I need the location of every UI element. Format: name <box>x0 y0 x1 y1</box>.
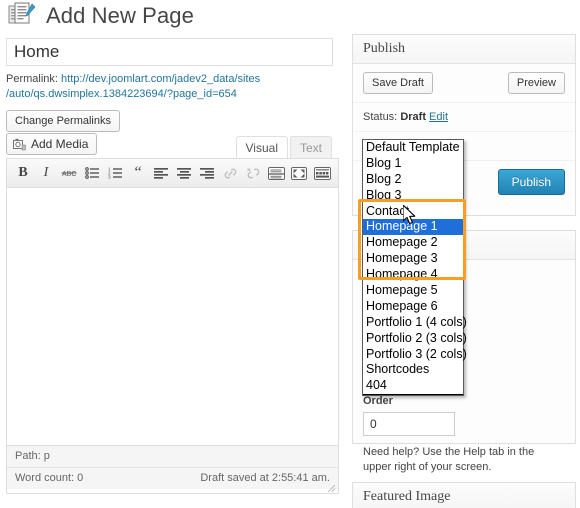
fullscreen-icon[interactable] <box>289 163 309 183</box>
editor-path-status: Path: p <box>7 445 338 467</box>
insert-more-tag-icon[interactable] <box>266 163 286 183</box>
add-media-label: Add Media <box>31 137 89 151</box>
editor-content-area[interactable] <box>7 188 338 445</box>
permalink-label: Permalink: <box>6 73 58 85</box>
template-option[interactable]: Contact <box>363 204 463 220</box>
template-option[interactable]: Blog 3 <box>363 188 463 204</box>
word-count: Word count: 0 <box>15 472 84 484</box>
wordpress-add-new-page-screen: Add New Page Permalink: http://dev.jooml… <box>0 0 580 508</box>
preview-button[interactable]: Preview <box>507 72 565 94</box>
editor-toolbar: B I ABC 1 2 3 “ <box>7 159 338 188</box>
ordered-list-icon[interactable]: 123 <box>105 163 125 183</box>
template-option[interactable]: Shortcodes <box>363 362 463 378</box>
svg-text:3: 3 <box>108 174 111 179</box>
unlink-icon[interactable] <box>243 163 263 183</box>
template-option[interactable]: Portfolio 1 (4 cols) <box>363 315 467 331</box>
status-row: Status: Draft Edit <box>353 103 575 132</box>
page-header: Add New Page <box>8 2 194 30</box>
insert-link-icon[interactable] <box>220 163 240 183</box>
template-option[interactable]: Default Template <box>363 140 463 156</box>
toggle-toolbar-icon[interactable] <box>312 163 332 183</box>
align-center-icon[interactable] <box>174 163 194 183</box>
permalink-url-line1[interactable]: http://dev.joomlart.com/jadev2_data/site… <box>61 73 260 85</box>
publish-button[interactable]: Publish <box>497 169 565 195</box>
template-option[interactable]: 404 <box>363 378 463 394</box>
publish-panel-heading: Publish <box>353 35 575 64</box>
media-icon <box>13 138 26 151</box>
editor-mode-tabs: Visual Text <box>235 136 334 160</box>
template-option[interactable]: Portfolio 3 (2 cols) <box>363 347 467 363</box>
page-title: Add New Page <box>46 3 194 28</box>
bold-icon[interactable]: B <box>13 163 33 183</box>
page-attributes-help-text: Need help? Use the Help tab in the upper… <box>363 446 535 473</box>
editor-count-row: Word count: 0 Draft saved at 2:55:41 am. <box>7 467 338 489</box>
template-dropdown-list[interactable]: Default Template Blog 1 Blog 2 Blog 3 Contac… <box>362 139 467 397</box>
template-option[interactable]: Homepage 4 <box>363 267 463 283</box>
template-option[interactable]: Blog 2 <box>363 172 463 188</box>
blockquote-icon[interactable]: “ <box>128 163 148 183</box>
post-title-input[interactable] <box>6 38 333 66</box>
featured-image-heading: Featured Image <box>353 483 575 508</box>
unordered-list-icon[interactable] <box>82 163 102 183</box>
template-option[interactable]: Portfolio 2 (3 cols) <box>363 331 467 347</box>
template-option[interactable]: Blog 1 <box>363 156 463 172</box>
tab-text[interactable]: Text <box>289 136 332 160</box>
change-permalinks-button[interactable]: Change Permalinks <box>6 110 120 132</box>
template-option[interactable]: Homepage 2 <box>363 235 463 251</box>
status-edit-link[interactable]: Edit <box>429 111 448 123</box>
strikethrough-icon[interactable]: ABC <box>59 163 79 183</box>
permalink-url-line2[interactable]: /auto/qs.dwsimplex.1384223694/?page_id=6… <box>6 88 237 100</box>
svg-text:ABC: ABC <box>62 171 76 178</box>
featured-image-panel: Featured Image <box>352 482 576 508</box>
content-editor: B I ABC 1 2 3 “ Path: p Word count: 0 Dr… <box>6 158 339 494</box>
template-option[interactable]: Homepage 1 <box>363 219 463 236</box>
pages-icon <box>8 2 38 30</box>
italic-icon[interactable]: I <box>36 163 56 183</box>
add-media-button[interactable]: Add Media <box>6 133 98 155</box>
editor-resize-handle[interactable] <box>327 482 336 493</box>
editor-status-bar: Path: p Word count: 0 Draft saved at 2:5… <box>7 445 338 489</box>
status-label: Status: <box>363 111 398 123</box>
align-left-icon[interactable] <box>151 163 171 183</box>
order-label: Order <box>363 395 393 407</box>
template-option[interactable]: Homepage 6 <box>363 299 463 315</box>
template-option[interactable]: Homepage 3 <box>363 251 463 267</box>
order-input[interactable] <box>363 412 455 436</box>
status-value: Draft <box>400 111 426 123</box>
publish-actions-row: Save Draft Preview <box>353 64 575 103</box>
draft-saved-status: Draft saved at 2:55:41 am. <box>200 472 330 484</box>
tab-visual[interactable]: Visual <box>235 136 288 160</box>
align-right-icon[interactable] <box>197 163 217 183</box>
save-draft-button[interactable]: Save Draft <box>363 72 433 94</box>
permalink: Permalink: http://dev.joomlart.com/jadev… <box>6 72 346 102</box>
template-option[interactable]: Homepage 5 <box>363 283 463 299</box>
dropdown-bottom-rule <box>363 394 463 396</box>
